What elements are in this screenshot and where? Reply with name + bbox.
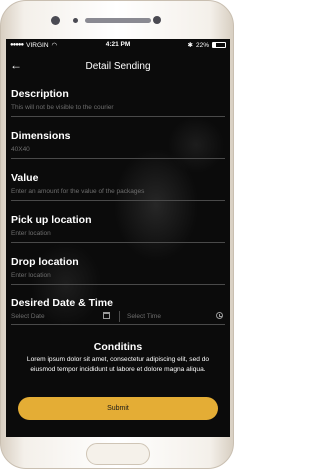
- battery-icon: [212, 42, 226, 48]
- drop-location-field[interactable]: Drop location Enter location: [11, 256, 225, 285]
- value-field[interactable]: Value Enter an amount for the value of t…: [11, 172, 225, 201]
- navigation-header: ← Detail Sending: [6, 53, 230, 79]
- value-input[interactable]: Enter an amount for the value of the pac…: [11, 188, 225, 201]
- dimensions-field[interactable]: Dimensions 40X40: [11, 130, 225, 159]
- home-button[interactable]: [86, 443, 150, 465]
- status-bar: ●●●●● VIRGIN ◠ 4:21 PM ✱ 22%: [6, 39, 230, 51]
- conditions-title: Conditins: [93, 341, 143, 353]
- calendar-icon[interactable]: [103, 312, 110, 319]
- datetime-label: Desired Date & Time: [11, 297, 113, 309]
- datetime-inputs: Select Date Select Time: [11, 311, 225, 325]
- app-screen: ●●●●● VIRGIN ◠ 4:21 PM ✱ 22% ← Detail Se…: [6, 39, 230, 437]
- battery-percentage: 22%: [195, 41, 209, 49]
- pickup-location-label: Pick up location: [11, 214, 92, 226]
- secondary-camera-icon: [153, 16, 161, 24]
- phone-frame: ●●●●● VIRGIN ◠ 4:21 PM ✱ 22% ← Detail Se…: [0, 0, 234, 469]
- clock-icon[interactable]: [216, 312, 223, 319]
- description-field[interactable]: Description This will not be visible to …: [11, 88, 225, 117]
- dimensions-input[interactable]: 40X40: [11, 146, 225, 159]
- page-title: Detail Sending: [85, 61, 151, 72]
- earpiece-speaker: [85, 18, 151, 23]
- dimensions-label: Dimensions: [11, 130, 71, 142]
- time-input[interactable]: Select Time: [127, 313, 161, 320]
- submit-button[interactable]: Submit: [18, 397, 218, 420]
- divider: [119, 311, 120, 322]
- description-input[interactable]: This will not be visible to the courier: [11, 104, 225, 117]
- drop-location-label: Drop location: [11, 256, 79, 268]
- pickup-location-input[interactable]: Enter location: [11, 230, 225, 243]
- sensor-icon: [73, 18, 78, 23]
- date-input[interactable]: Select Date: [11, 313, 45, 320]
- description-label: Description: [11, 88, 69, 100]
- pickup-location-field[interactable]: Pick up location Enter location: [11, 214, 225, 243]
- drop-location-input[interactable]: Enter location: [11, 272, 225, 285]
- datetime-field: Desired Date & Time: [11, 297, 225, 309]
- bluetooth-icon: ✱: [187, 42, 193, 49]
- value-label: Value: [11, 172, 39, 184]
- conditions-body: Lorem ipsum dolor sit amet, consectetur …: [26, 356, 210, 373]
- front-camera-icon: [51, 16, 60, 25]
